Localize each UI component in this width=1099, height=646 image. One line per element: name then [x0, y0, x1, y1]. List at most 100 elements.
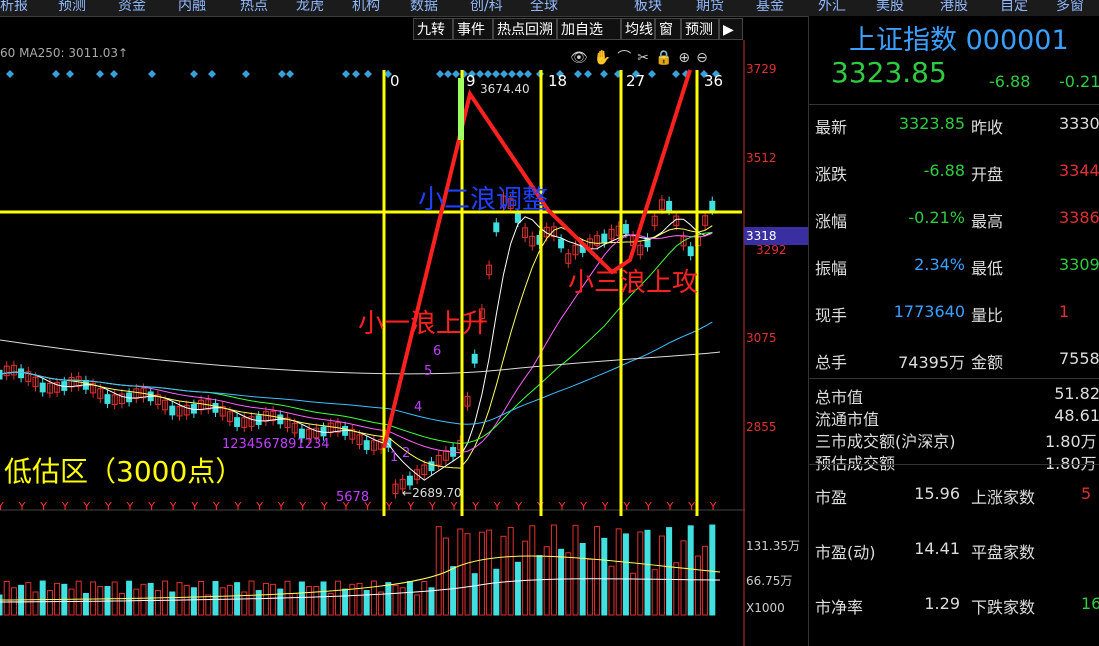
y-marker: Y	[558, 500, 566, 513]
volume-bar	[298, 581, 305, 616]
signal-diamond	[648, 70, 656, 78]
y-marker: Y	[687, 500, 695, 513]
market-row: 流通市值 48.61万	[809, 406, 1099, 428]
volume-bar	[666, 527, 673, 616]
y-marker: Y	[212, 500, 220, 513]
nav-item[interactable]: 数据	[410, 0, 438, 16]
volume-bar	[507, 526, 514, 616]
y-marker: Y	[450, 500, 458, 513]
nav-item[interactable]: 机构	[352, 0, 380, 16]
toolbar-button[interactable]: ▶	[719, 18, 743, 40]
volume-bar	[342, 588, 349, 616]
toolbar-button[interactable]: 预测	[681, 18, 719, 40]
volume-bar	[673, 562, 680, 616]
signal-diamond	[66, 70, 74, 78]
index-title: 上证指数 000001	[849, 25, 1069, 56]
quote-label: 涨幅	[815, 212, 848, 231]
volume-bar	[82, 592, 89, 616]
volume-bar	[262, 582, 269, 616]
market-label: 预估成交额	[815, 454, 896, 472]
quote-label: 最新	[815, 118, 848, 137]
moving-average-line	[0, 339, 721, 375]
volume-bar	[169, 591, 176, 616]
y-marker: Y	[255, 500, 263, 513]
candle	[169, 405, 176, 416]
nav-item[interactable]: 全球	[530, 0, 558, 16]
volume-bar	[529, 525, 536, 616]
toolbar-button[interactable]: 窗	[655, 18, 681, 40]
current-price-tag: 3318	[744, 227, 808, 245]
quote-label: 昨收	[971, 118, 1004, 137]
nav-item[interactable]: 预测	[58, 0, 86, 16]
index-change: -6.88	[989, 72, 1031, 91]
volume-axis-label: X1000	[746, 601, 785, 615]
volume-bar	[615, 528, 622, 616]
signal-diamond	[452, 70, 460, 78]
volume-bar	[594, 526, 601, 616]
y-marker: Y	[644, 500, 652, 513]
quote-value: 3330	[1059, 114, 1099, 133]
candle	[709, 200, 716, 211]
volume-bar	[622, 533, 629, 616]
quote-panel: 上证指数 000001 3323.85 -6.88 -0.21 最新 3323.…	[808, 16, 1099, 646]
toolbar-button[interactable]: 加自选	[557, 18, 621, 40]
volume-bar	[313, 586, 320, 616]
quote-label: 最高	[971, 212, 1004, 231]
signal-diamond	[208, 70, 216, 78]
nav-item[interactable]: 港股	[940, 0, 968, 16]
volume-bar	[154, 590, 161, 616]
signal-diamond	[6, 70, 14, 78]
nav-item[interactable]: 析报	[0, 0, 28, 16]
nav-item[interactable]: 自定	[1000, 0, 1028, 16]
toolbar-button[interactable]: 事件	[453, 18, 493, 40]
volume-bar	[363, 590, 370, 616]
nav-item[interactable]: 外汇	[818, 0, 846, 16]
candle	[234, 417, 241, 427]
moving-average-line	[0, 216, 713, 481]
volume-bar	[493, 568, 500, 616]
volume-bar	[471, 573, 478, 616]
quote-label: 开盘	[971, 165, 1004, 184]
volume-bar	[25, 582, 32, 616]
signal-diamond	[476, 70, 484, 78]
quote-value: -6.88	[923, 161, 965, 180]
toolbar-button[interactable]: 九转	[413, 18, 453, 40]
volume-bar	[450, 566, 457, 616]
volume-bar	[392, 584, 399, 616]
market-row: 预估成交额 1.80万	[809, 450, 1099, 472]
nav-item[interactable]: 板块	[634, 0, 662, 16]
toolbar-button[interactable]: 均线	[621, 18, 655, 40]
toolbar-button[interactable]: 热点回溯	[493, 18, 557, 40]
y-marker: Y	[169, 500, 177, 513]
market-value: 1.80万	[1045, 454, 1097, 472]
candlestick-chart[interactable]: YYYYYYYYYYYYYYYYYYYYYYYYYYYYYYYYYY	[0, 40, 745, 646]
nav-item[interactable]: 基金	[756, 0, 784, 16]
volume-bar	[658, 535, 665, 616]
volume-bar	[486, 529, 493, 616]
volume-bar	[522, 540, 529, 616]
quote-label: 振幅	[815, 259, 848, 278]
day-number: 18	[548, 72, 568, 90]
volume-bar	[270, 583, 277, 616]
candle	[666, 200, 673, 211]
volume-bar	[550, 524, 557, 616]
wave3-annotation: 小三浪上攻	[568, 268, 699, 298]
volume-bar	[306, 586, 313, 616]
y-marker: Y	[18, 500, 26, 513]
nav-item[interactable]: 热点	[240, 0, 268, 16]
nav-item[interactable]: 多窗	[1056, 0, 1084, 16]
nav-item[interactable]: 资金	[118, 0, 146, 16]
volume-bar	[435, 526, 442, 616]
nav-item[interactable]: 期货	[696, 0, 724, 16]
volume-bar	[75, 580, 82, 616]
quote-value: 1	[1059, 302, 1070, 321]
signal-diamond	[52, 70, 60, 78]
volume-bar	[133, 588, 140, 616]
signal-diamond	[364, 70, 372, 78]
signal-diamond	[436, 70, 444, 78]
nav-item[interactable]: 内融	[178, 0, 206, 16]
nav-item[interactable]: 龙虎	[296, 0, 324, 16]
nav-item[interactable]: 创/科	[470, 0, 503, 16]
valuation-row: 市盈(动) 14.41 平盘家数	[809, 537, 1099, 583]
nav-item[interactable]: 美股	[876, 0, 904, 16]
